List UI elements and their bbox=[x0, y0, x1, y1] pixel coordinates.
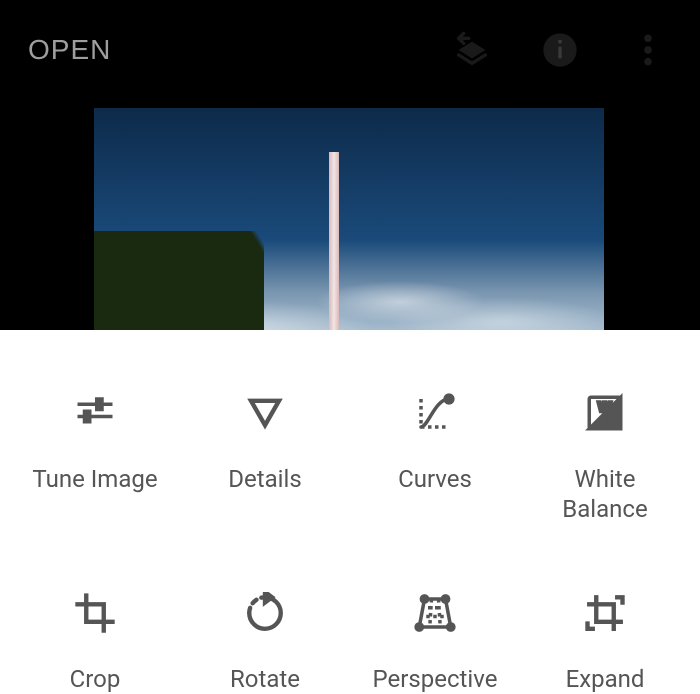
tool-label: Tune Image bbox=[32, 464, 157, 494]
rotate-icon bbox=[242, 590, 288, 636]
undo-stack-icon[interactable] bbox=[448, 26, 496, 74]
tools-grid: Tune Image Details bbox=[0, 390, 700, 694]
tool-perspective[interactable]: Perspective bbox=[350, 590, 520, 694]
tune-icon bbox=[72, 390, 118, 436]
tool-label: Expand bbox=[566, 664, 645, 694]
tool-crop[interactable]: Crop bbox=[10, 590, 180, 694]
tool-label: Crop bbox=[70, 664, 121, 694]
curves-icon bbox=[412, 390, 458, 436]
tool-curves[interactable]: Curves bbox=[350, 390, 520, 524]
crop-icon bbox=[72, 590, 118, 636]
app-root: OPEN bbox=[0, 0, 700, 694]
tool-label: White Balance bbox=[562, 464, 647, 524]
more-icon[interactable] bbox=[624, 26, 672, 74]
expand-icon bbox=[582, 590, 628, 636]
tool-rotate[interactable]: Rotate bbox=[180, 590, 350, 694]
tool-label: Perspective bbox=[373, 664, 498, 694]
tool-expand[interactable]: Expand bbox=[520, 590, 690, 694]
perspective-icon bbox=[412, 590, 458, 636]
tool-label: Curves bbox=[398, 464, 472, 494]
svg-text:B: B bbox=[609, 412, 619, 428]
top-toolbar: OPEN bbox=[0, 0, 700, 100]
tool-label: Details bbox=[228, 464, 301, 494]
tool-details[interactable]: Details bbox=[180, 390, 350, 524]
tools-sheet: Tune Image Details bbox=[0, 330, 700, 694]
details-icon bbox=[242, 390, 288, 436]
white-balance-icon: W B bbox=[582, 390, 628, 436]
open-button[interactable]: OPEN bbox=[28, 34, 111, 66]
tool-tune-image[interactable]: Tune Image bbox=[10, 390, 180, 524]
tool-label: Rotate bbox=[230, 664, 300, 694]
info-icon[interactable] bbox=[536, 26, 584, 74]
tool-white-balance[interactable]: W B White Balance bbox=[520, 390, 690, 524]
